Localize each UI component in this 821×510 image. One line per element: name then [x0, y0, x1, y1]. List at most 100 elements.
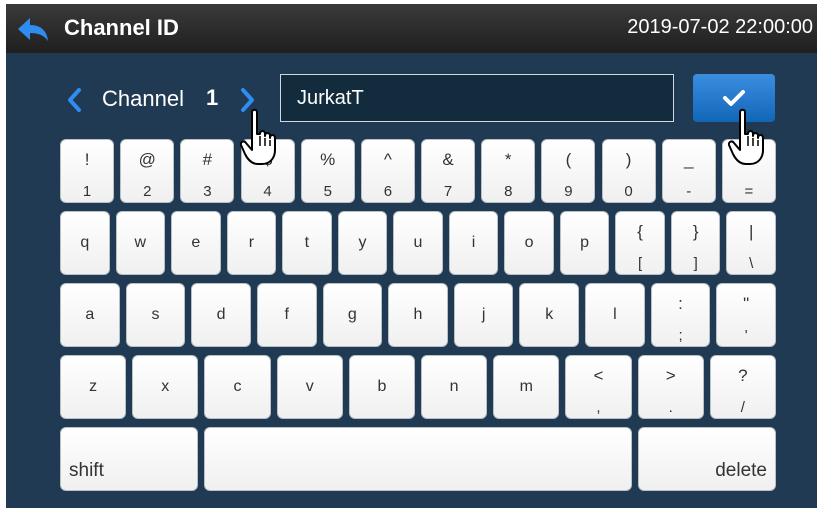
key-v[interactable]: v [276, 355, 343, 419]
key-1[interactable]: ! 1 [60, 139, 115, 203]
shift-key[interactable]: shift [60, 427, 198, 491]
key-char: r [248, 234, 255, 251]
key-char: ] [693, 255, 698, 272]
key-5[interactable]: % 5 [300, 139, 355, 203]
key-backslash[interactable]: | \ [726, 211, 776, 275]
key-char: v [305, 378, 314, 395]
key-'[interactable]: " ' [716, 283, 776, 347]
key-r[interactable]: r [226, 211, 277, 275]
key-[[interactable]: {[ [615, 211, 665, 275]
key-char: ' [744, 327, 748, 344]
key-d[interactable]: d [191, 283, 251, 347]
key-char: \ [749, 255, 754, 272]
key-shift-char: ) [625, 150, 632, 169]
key-q[interactable]: q [60, 211, 110, 275]
key-shift-char: $ [262, 150, 273, 169]
key-char: i [471, 234, 476, 251]
key-shift-char: * [504, 150, 512, 169]
key-/[interactable]: ? / [709, 355, 776, 419]
chevron-left-icon[interactable] [62, 86, 86, 114]
key-char: j [481, 306, 486, 323]
key-x[interactable]: x [132, 355, 199, 419]
key-][interactable]: }] [670, 211, 721, 275]
key-u[interactable]: u [393, 211, 443, 275]
key-char: y [358, 234, 367, 251]
shift-key-label: shift [69, 460, 104, 481]
key-p[interactable]: p [559, 211, 610, 275]
key-char: 8 [504, 183, 513, 200]
key-j[interactable]: j [453, 283, 514, 347]
key-shift-char: < [593, 366, 604, 385]
key-char: = [744, 183, 754, 200]
key--[interactable]: _ - [661, 139, 716, 203]
checkmark-icon [723, 90, 745, 106]
key-0[interactable]: ) 0 [601, 139, 656, 203]
key-char: 6 [383, 183, 393, 200]
key-y[interactable]: y [337, 211, 388, 275]
key-char: f [284, 306, 289, 323]
key-char: 4 [263, 183, 272, 200]
key-char: . [668, 399, 673, 416]
key-o[interactable]: o [504, 211, 554, 275]
key-6[interactable]: ^ 6 [360, 139, 415, 203]
key-char: [ [638, 255, 643, 272]
key-char: 9 [564, 183, 573, 200]
space-key[interactable] [204, 427, 632, 491]
confirm-button[interactable] [693, 74, 775, 122]
key-shift-char: _ [684, 150, 694, 169]
key-2[interactable]: @2 [120, 139, 175, 203]
key-g[interactable]: g [322, 283, 383, 347]
channel-name-input[interactable]: JurkatT [280, 74, 674, 122]
key-char: z [89, 378, 98, 395]
key-=[interactable]: + = [721, 139, 776, 203]
key-8[interactable]: * 8 [481, 139, 536, 203]
key-e[interactable]: e [171, 211, 221, 275]
key-char: 5 [323, 183, 332, 200]
delete-key[interactable]: delete [638, 427, 776, 491]
key-char: d [216, 306, 226, 323]
key-char: g [347, 306, 357, 323]
key-n[interactable]: n [421, 355, 488, 419]
channel-label: Channel [102, 86, 184, 111]
key-char: t [304, 234, 310, 251]
screen-frame: Channel ID 2019-07-02 22:00:00 Channel 1… [6, 4, 817, 508]
key-shift-char: & [442, 150, 454, 169]
key-3[interactable]: #3 [180, 139, 235, 203]
key-m[interactable]: m [493, 355, 560, 419]
key-shift-char: } [692, 222, 699, 241]
key-shift-char: % [320, 150, 336, 169]
key-.[interactable]: >. [637, 355, 704, 419]
back-arrow-icon[interactable] [16, 16, 50, 42]
key-shift-char: ? [738, 366, 748, 385]
key-4[interactable]: $4 [240, 139, 295, 203]
key-z[interactable]: z [60, 355, 127, 419]
key-shift-char: > [665, 366, 676, 385]
key-f[interactable]: f [256, 283, 317, 347]
key-;[interactable]: :; [650, 283, 711, 347]
key-char: 3 [203, 183, 212, 200]
page-title: Channel ID [64, 15, 179, 40]
key-w[interactable]: w [115, 211, 166, 275]
chevron-right-icon[interactable] [236, 86, 260, 114]
key-l[interactable]: l [585, 283, 645, 347]
key-h[interactable]: h [388, 283, 448, 347]
key-b[interactable]: b [348, 355, 415, 419]
key-i[interactable]: i [448, 211, 499, 275]
key-t[interactable]: t [282, 211, 332, 275]
key-shift-char: ( [565, 150, 572, 169]
key-c[interactable]: c [204, 355, 271, 419]
key-k[interactable]: k [519, 283, 580, 347]
key-shift-char: { [637, 222, 643, 241]
datetime-display: 2019-07-02 22:00:00 [627, 16, 813, 38]
key-s[interactable]: s [125, 283, 186, 347]
key-char: p [580, 234, 590, 251]
key-char: e [191, 234, 201, 251]
key-7[interactable]: & 7 [421, 139, 476, 203]
key-char: / [740, 399, 745, 416]
key-9[interactable]: (9 [541, 139, 596, 203]
key-,[interactable]: <, [565, 355, 632, 419]
key-char: q [80, 234, 90, 251]
key-char: x [161, 378, 170, 395]
key-a[interactable]: a [60, 283, 120, 347]
key-shift-char: ! [84, 150, 90, 169]
